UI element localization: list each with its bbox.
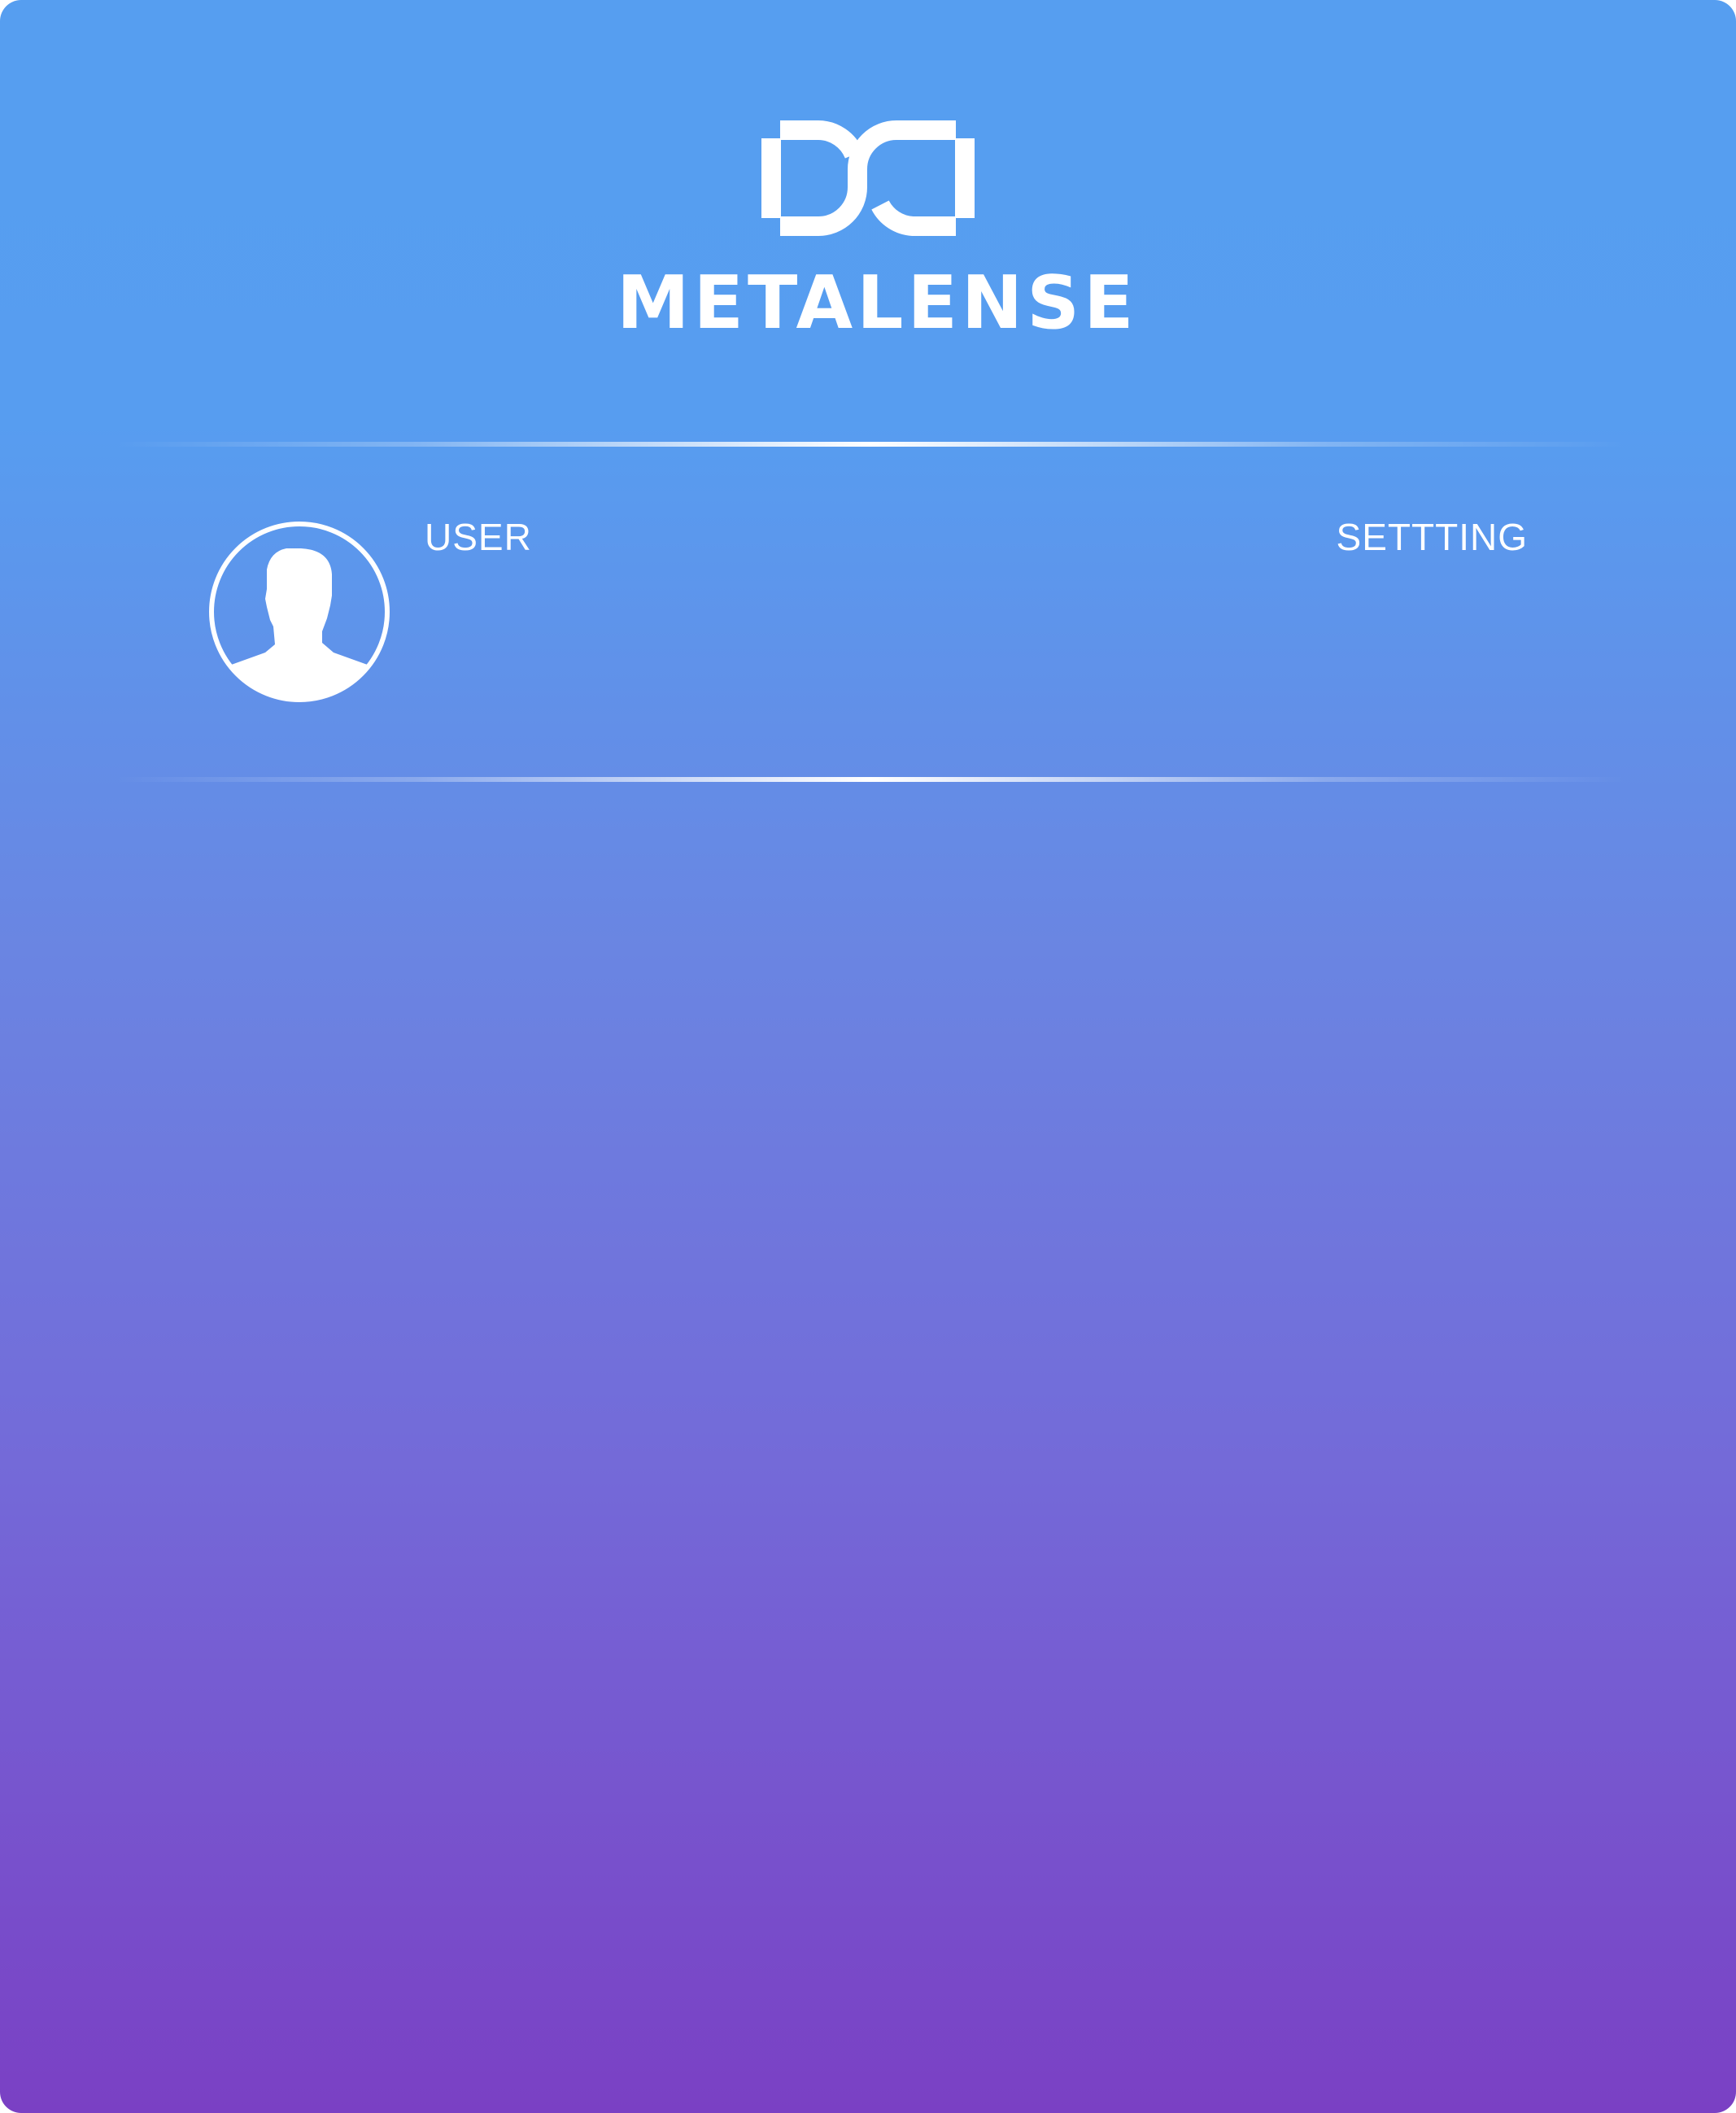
brand-wordmark: METALENSE [617,260,1138,346]
setting-button[interactable]: SETTTING [1337,514,1528,560]
main-panel: METALENSE USER SETTTING [0,0,1736,2113]
user-avatar-icon[interactable] [208,521,390,703]
user-label: USER [425,516,532,558]
top-divider [114,442,1627,447]
metalense-logo-icon [761,120,975,236]
bottom-divider [114,777,1627,782]
